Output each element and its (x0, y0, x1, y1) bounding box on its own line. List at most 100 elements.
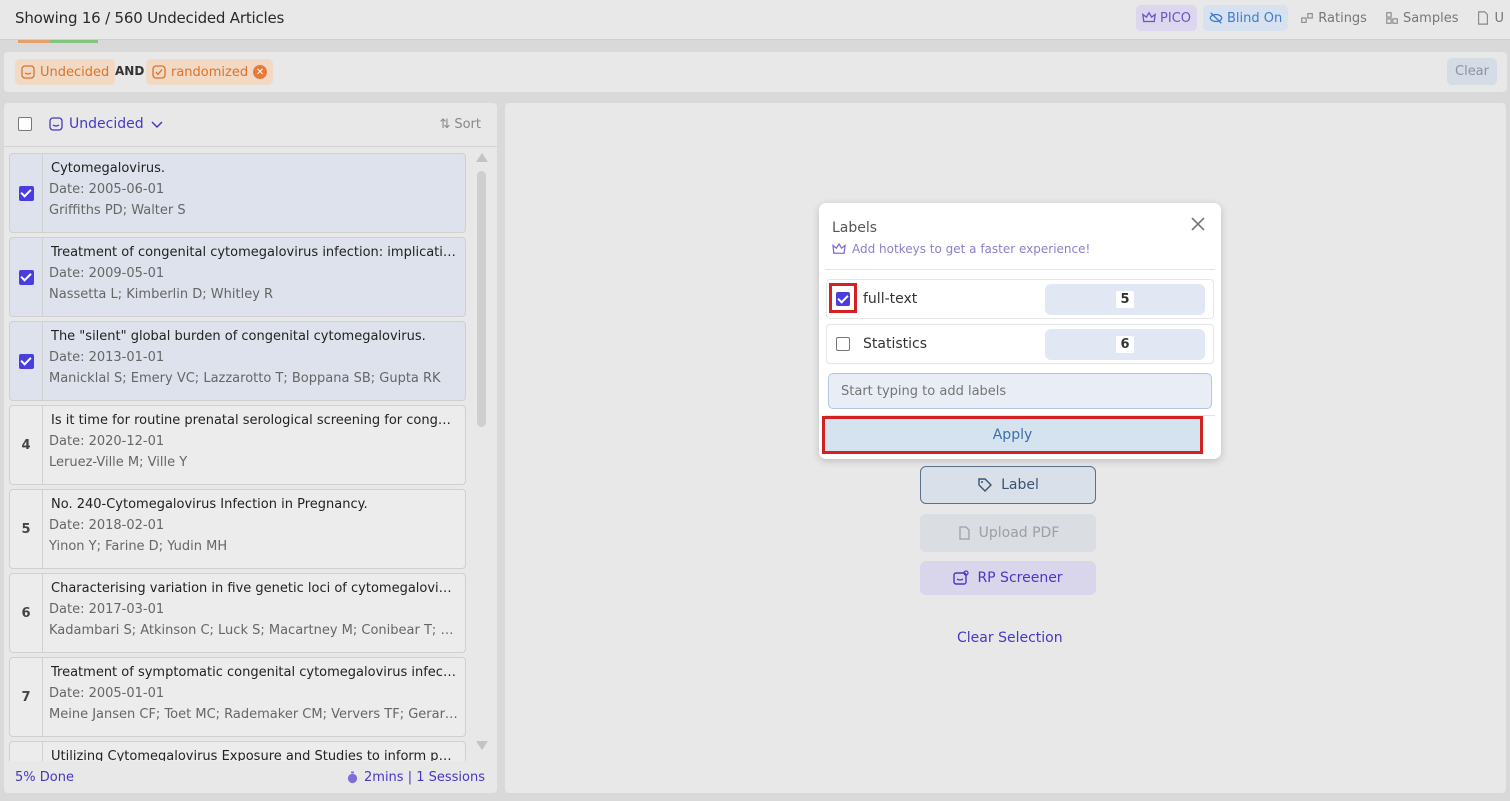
clear-filters-button[interactable]: Clear (1447, 58, 1497, 85)
status-icon (21, 65, 35, 79)
list-footer: 5% Done 2mins | 1 Sessions (4, 765, 497, 793)
ratings-label: Ratings (1318, 10, 1367, 26)
screener-icon (953, 570, 970, 585)
row-selector[interactable] (10, 322, 43, 400)
eye-off-icon (1209, 12, 1223, 24)
article-date: Date: 2009-05-01 (49, 266, 165, 281)
label-button[interactable]: Label (920, 466, 1096, 504)
article-title: Characterising variation in five genetic… (51, 581, 456, 596)
upload-pdf-button[interactable]: Upload PDF (920, 514, 1096, 552)
pdf-icon (1478, 11, 1489, 25)
scroll-down-arrow[interactable] (476, 741, 488, 750)
row-index: 8 (10, 742, 43, 761)
stopwatch-icon (347, 771, 358, 784)
scroll-up-arrow[interactable] (476, 153, 488, 162)
row-selector[interactable] (10, 238, 43, 316)
article-title: No. 240-Cytomegalovirus Infection in Pre… (51, 497, 368, 512)
session-time-text: 2mins | 1 Sessions (364, 770, 485, 785)
article-authors: Manicklal S; Emery VC; Lazzarotto T; Bop… (49, 371, 441, 386)
hotkey-hint[interactable]: Add hotkeys to get a faster experience! (832, 242, 1090, 256)
select-all-checkbox[interactable] (18, 117, 32, 131)
blind-label: Blind On (1227, 10, 1283, 26)
progress-strip (18, 40, 98, 43)
list-scrollbar[interactable] (475, 153, 489, 753)
list-item[interactable]: 7 Treatment of symptomatic congenital cy… (9, 657, 466, 737)
hotkey-field[interactable]: 5 (1045, 284, 1205, 315)
row-checkbox[interactable] (18, 353, 34, 369)
ratings-button[interactable]: Ratings (1294, 5, 1373, 31)
article-date: Date: 2020-12-01 (49, 434, 165, 449)
list-item[interactable]: 8 Utilizing Cytomegalovirus Exposure and… (9, 741, 466, 761)
row-checkbox[interactable] (18, 269, 34, 285)
row-selector[interactable] (10, 154, 43, 232)
list-item[interactable]: Cytomegalovirus. Date: 2005-06-01 Griffi… (9, 153, 466, 233)
apply-button[interactable]: Apply (822, 416, 1203, 454)
check-square-icon (152, 65, 166, 79)
list-item[interactable]: 4 Is it time for routine prenatal serolo… (9, 405, 466, 485)
label-name: full-text (863, 291, 918, 307)
rp-screener-text: RP Screener (977, 570, 1063, 586)
scroll-thumb[interactable] (477, 171, 486, 427)
add-label-input[interactable] (828, 373, 1212, 409)
row-index: 4 (10, 406, 43, 484)
samples-button[interactable]: Samples (1379, 5, 1465, 31)
status-filter-label: Undecided (69, 116, 144, 132)
divider (825, 269, 1215, 270)
list-item[interactable]: The "silent" global burden of congenital… (9, 321, 466, 401)
list-item[interactable]: 5 No. 240-Cytomegalovirus Infection in P… (9, 489, 466, 569)
label-name: Statistics (863, 336, 927, 352)
article-authors: Meine Jansen CF; Toet MC; Rademaker CM; … (49, 707, 459, 722)
article-title: Cytomegalovirus. (51, 161, 166, 176)
sort-label: Sort (454, 117, 481, 132)
pico-label: PICO (1160, 10, 1192, 26)
article-authors: Griffiths PD; Walter S (49, 203, 186, 218)
list-item[interactable]: Treatment of congenital cytomegalovirus … (9, 237, 466, 317)
progress-segment-done (50, 40, 98, 43)
filter-chip-undecided-label: Undecided (40, 64, 110, 80)
progress-done-text: 5% Done (15, 770, 74, 785)
crown-icon (1142, 11, 1156, 23)
label-option-statistics[interactable]: Statistics 6 (826, 324, 1214, 364)
article-list-panel: Undecided ⇅ Sort Cytomegalovirus. Date: … (4, 103, 497, 793)
rp-screener-button[interactable]: RP Screener (920, 561, 1096, 595)
hotkey-value: 6 (1116, 336, 1134, 353)
progress-segment-undecided (18, 40, 50, 43)
tag-icon (978, 478, 993, 492)
hotkey-hint-text: Add hotkeys to get a faster experience! (852, 242, 1091, 256)
list-item[interactable]: 6 Characterising variation in five genet… (9, 573, 466, 653)
sort-button[interactable]: ⇅ Sort (439, 117, 481, 132)
pico-button[interactable]: PICO (1136, 5, 1198, 31)
upload-top-label: U (1494, 10, 1504, 26)
article-date: Date: 2005-06-01 (49, 182, 165, 197)
article-date: Date: 2018-02-01 (49, 518, 165, 533)
filter-chip-undecided[interactable]: Undecided (15, 59, 116, 85)
samples-icon (1386, 12, 1398, 24)
article-date: Date: 2005-01-01 (49, 686, 165, 701)
article-title: The "silent" global burden of congenital… (51, 329, 426, 344)
samples-label: Samples (1402, 10, 1459, 26)
article-list: Cytomegalovirus. Date: 2005-06-01 Griffi… (9, 153, 467, 761)
article-authors: Leruez-Ville M; Ville Y (49, 455, 188, 470)
session-time: 2mins | 1 Sessions (346, 770, 485, 785)
filter-chip-randomized[interactable]: randomized ✕ (146, 59, 274, 85)
row-index: 6 (10, 574, 43, 652)
label-checkbox-full-text[interactable] (836, 292, 850, 306)
crown-icon (832, 243, 846, 254)
label-checkbox-statistics[interactable] (836, 337, 850, 351)
blind-toggle-button[interactable]: Blind On (1203, 5, 1289, 31)
upload-pdf-text: Upload PDF (978, 525, 1060, 541)
article-authors: Nassetta L; Kimberlin D; Whitley R (49, 287, 274, 302)
hotkey-field[interactable]: 6 (1045, 329, 1205, 360)
close-icon[interactable] (1189, 215, 1207, 233)
row-checkbox[interactable] (18, 185, 34, 201)
row-index: 5 (10, 490, 43, 568)
label-option-full-text[interactable]: full-text 5 (826, 279, 1214, 319)
remove-filter-icon[interactable]: ✕ (253, 65, 268, 79)
status-filter-dropdown[interactable]: Undecided (49, 116, 164, 132)
upload-top-button[interactable]: U (1470, 5, 1510, 31)
top-bar: Showing 16 / 560 Undecided Articles PICO… (0, 0, 1510, 40)
filter-chip-randomized-label: randomized (171, 64, 249, 80)
clear-selection-link[interactable]: Clear Selection (957, 630, 1063, 646)
article-title: Is it time for routine prenatal serologi… (51, 413, 456, 428)
labels-popup: Labels Add hotkeys to get a faster exper… (819, 203, 1221, 459)
